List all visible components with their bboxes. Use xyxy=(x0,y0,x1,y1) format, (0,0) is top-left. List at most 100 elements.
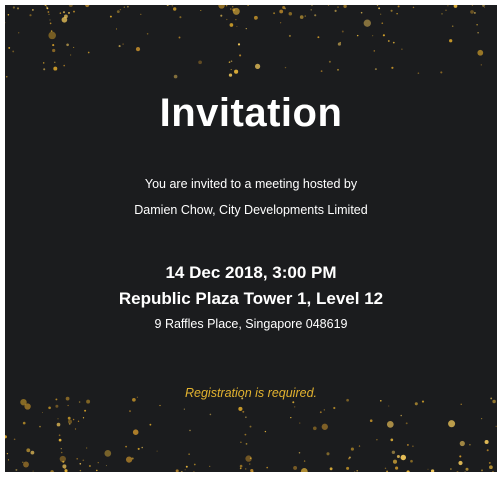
sparkle-dot xyxy=(484,439,489,445)
sparkle-dot xyxy=(5,435,7,439)
sparkle-dot xyxy=(122,43,124,45)
sparkle-dot xyxy=(200,10,202,11)
sparkle-dot xyxy=(292,401,295,404)
sparkle-dot xyxy=(104,450,112,457)
sparkle-dot xyxy=(156,450,158,452)
sparkle-dot xyxy=(447,5,449,7)
sparkle-dot xyxy=(350,447,354,451)
sparkle-dot xyxy=(477,32,479,34)
sparkle-dot xyxy=(279,9,284,14)
sparkle-dot xyxy=(234,69,239,74)
sparkle-dot xyxy=(220,14,223,17)
sparkle-dot xyxy=(412,6,415,9)
sparkle-dot xyxy=(374,68,377,71)
sparkle-dot xyxy=(379,399,382,402)
sparkle-dot xyxy=(88,464,91,468)
sparkle-dot xyxy=(317,36,320,39)
invitation-card: Invitation You are invited to a meeting … xyxy=(5,5,497,472)
sparkle-dot xyxy=(239,467,242,470)
sparkle-dot xyxy=(175,469,179,472)
sparkle-dot xyxy=(228,61,231,63)
sparkle-dot xyxy=(68,11,70,14)
sparkle-dot xyxy=(469,443,471,446)
sparkle-dot xyxy=(450,468,452,470)
sparkle-dot xyxy=(82,459,85,462)
sparkle-dot xyxy=(183,408,185,410)
sparkle-dot xyxy=(245,443,248,445)
sparkle-dot xyxy=(337,42,341,46)
sparkle-dot xyxy=(230,60,233,62)
sparkle-dot xyxy=(180,470,183,472)
sparkle-dot xyxy=(68,5,73,7)
sparkle-dot xyxy=(116,10,120,14)
sparkle-dot xyxy=(67,404,69,407)
sparkle-dot xyxy=(326,452,330,456)
sparkle-dot xyxy=(87,51,90,54)
sparkle-dot xyxy=(84,409,87,412)
sparkle-dot xyxy=(430,469,435,472)
sparkle-dot xyxy=(288,11,293,16)
sparkle-dot xyxy=(125,445,127,448)
sparkle-dot xyxy=(127,5,129,8)
sparkle-dot xyxy=(62,460,65,463)
sparkle-dot xyxy=(171,5,173,7)
sparkle-dot xyxy=(76,457,79,460)
sparkle-dot xyxy=(471,5,474,6)
sparkle-dot xyxy=(77,420,80,422)
sparkle-dot xyxy=(242,410,245,413)
sparkle-confetti-decoration xyxy=(5,5,497,472)
sparkle-dot xyxy=(492,470,494,472)
sparkle-dot xyxy=(60,451,63,454)
sparkle-dot xyxy=(481,469,483,472)
sparkle-dot xyxy=(489,465,493,470)
sparkle-dot xyxy=(230,8,232,10)
sparkle-dot xyxy=(232,6,234,8)
sparkle-dot xyxy=(68,423,71,425)
sparkle-dot xyxy=(360,11,363,14)
sparkle-dot xyxy=(52,48,56,53)
sparkle-dot xyxy=(188,453,190,455)
sparkle-dot xyxy=(238,406,243,411)
sparkle-dot xyxy=(406,470,410,472)
sparkle-dot xyxy=(135,47,141,52)
sparkle-dot xyxy=(57,418,59,420)
sparkle-dot xyxy=(441,13,443,15)
sparkle-dot xyxy=(358,445,361,447)
sparkle-dot xyxy=(141,446,143,449)
sparkle-dot xyxy=(179,16,182,19)
sparkle-dot xyxy=(323,409,325,411)
sparkle-dot xyxy=(387,40,390,42)
sparkle-dot xyxy=(244,433,247,436)
sparkle-dot xyxy=(486,449,489,452)
sparkle-dot xyxy=(311,5,313,7)
sparkle-dot xyxy=(304,15,306,17)
sparkle-dot xyxy=(303,460,306,462)
event-venue: Republic Plaza Tower 1, Level 12 xyxy=(118,289,384,308)
sparkle-dot xyxy=(456,470,459,472)
sparkle-dot xyxy=(329,467,333,471)
sparkle-dot xyxy=(249,425,252,428)
sparkle-dot xyxy=(253,15,258,20)
sparkle-dot xyxy=(453,5,458,8)
sparkle-dot xyxy=(64,467,66,469)
sparkle-dot xyxy=(356,34,359,37)
sparkle-dot xyxy=(49,22,52,25)
sparkle-dot xyxy=(82,417,85,419)
sparkle-dot xyxy=(237,43,241,46)
sparkle-dot xyxy=(405,422,408,425)
invitation-intro-line-1: You are invited to a meeting hosted by xyxy=(144,177,358,191)
sparkle-dot xyxy=(391,450,396,454)
sparkle-dot xyxy=(294,406,296,408)
sparkle-dot xyxy=(341,30,344,33)
sparkle-dot xyxy=(66,43,69,47)
sparkle-dot xyxy=(470,10,474,14)
sparkle-dot xyxy=(189,429,191,432)
sparkle-dot xyxy=(412,445,414,448)
sparkle-dot xyxy=(32,9,34,11)
sparkle-dot xyxy=(7,459,10,461)
sparkle-dot xyxy=(249,457,252,460)
sparkle-dot xyxy=(378,7,381,10)
sparkle-dot xyxy=(198,60,202,65)
sparkle-dot xyxy=(173,74,178,79)
sparkle-dot xyxy=(74,428,77,430)
